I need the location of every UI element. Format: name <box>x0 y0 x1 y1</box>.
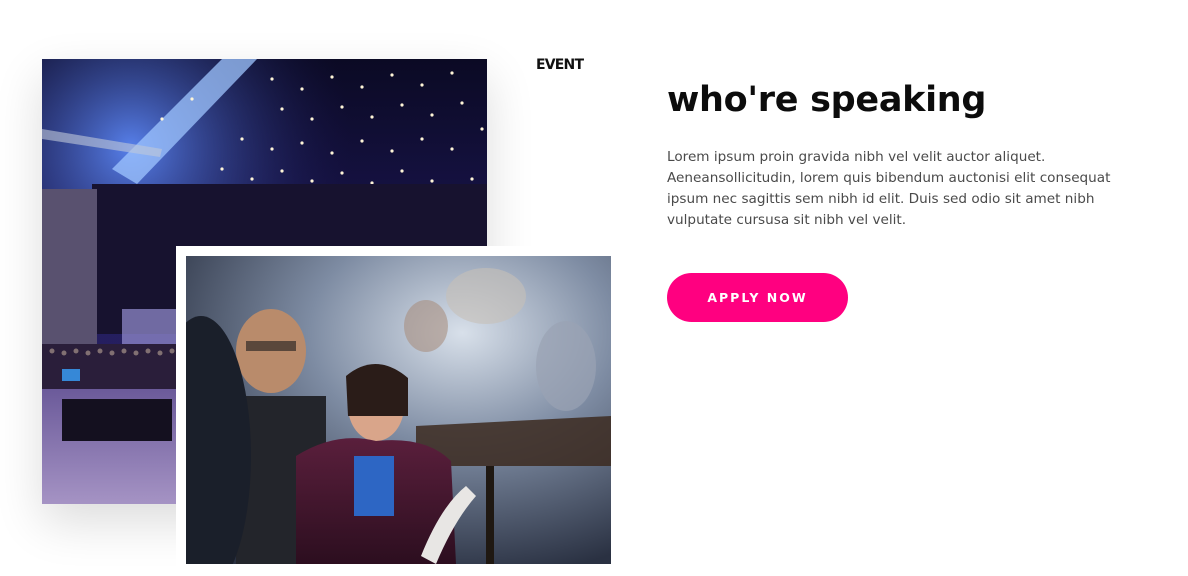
section-tag: EVENT <box>536 57 584 73</box>
section-description: Lorem ipsum proin gravida nibh vel velit… <box>667 149 1111 228</box>
section-headline: who're speaking <box>667 80 987 120</box>
front-photo-frame <box>176 246 621 576</box>
apply-now-button[interactable]: APPLY NOW <box>667 273 848 322</box>
audience-attendee-photo <box>186 256 611 564</box>
audience-attendee-image <box>186 256 611 564</box>
